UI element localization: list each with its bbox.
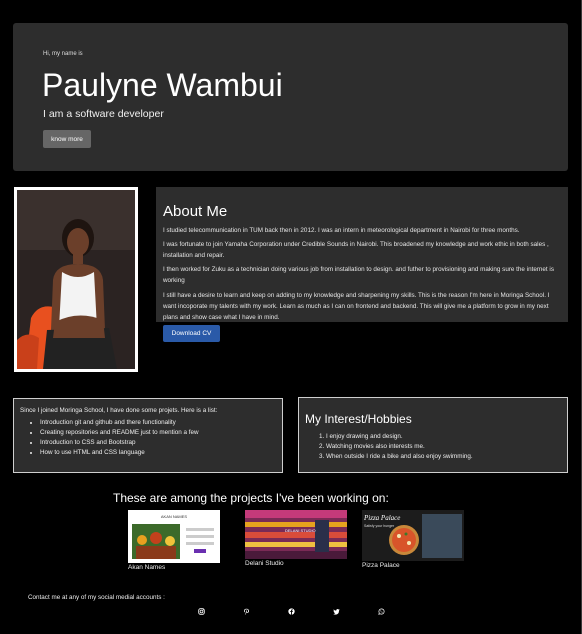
project-delani-studio[interactable]: DELANI STUDIO Delani Studio bbox=[245, 510, 347, 567]
pinterest-icon[interactable] bbox=[241, 606, 251, 616]
about-title: About Me bbox=[163, 203, 228, 220]
project-thumbnail[interactable]: AKAN NAMES bbox=[128, 510, 220, 563]
interests-title: My Interest/Hobbies bbox=[305, 412, 412, 426]
interests-box: My Interest/Hobbies I enjoy drawing and … bbox=[298, 397, 568, 473]
hero-role: I am a software developer bbox=[43, 108, 164, 120]
hero-name: Paulyne Wambui bbox=[42, 67, 283, 103]
project-akan-names[interactable]: AKAN NAMES Akan Names bbox=[128, 510, 220, 571]
about-paragraph: I still have a desire to learn and keep … bbox=[163, 292, 550, 321]
twitter-icon[interactable] bbox=[331, 606, 341, 616]
project-caption[interactable]: Akan Names bbox=[128, 564, 220, 571]
thumbnail-subtitle: Satisfy your hunger bbox=[364, 524, 395, 528]
about-paragraph: I was fortunate to join Yamaha Corporati… bbox=[163, 241, 549, 259]
list-item: Creating repositories and README just to… bbox=[40, 428, 199, 438]
moringa-projects-box: Since I joined Moringa School, I have do… bbox=[13, 398, 283, 473]
thumbnail-title: DELANI STUDIO bbox=[285, 528, 316, 533]
thumbnail-title: AKAN NAMES bbox=[161, 514, 188, 519]
greeting-text: Hi, my name is bbox=[43, 51, 83, 57]
list-item: When outside I ride a bike and also enjo… bbox=[326, 452, 473, 462]
download-cv-button[interactable]: Download CV bbox=[163, 325, 220, 342]
interests-list: I enjoy drawing and design. Watching mov… bbox=[305, 432, 473, 462]
project-thumbnail[interactable]: Pizza Palace Satisfy your hunger bbox=[362, 510, 464, 561]
know-more-button[interactable]: know more bbox=[43, 130, 91, 148]
project-thumbnail[interactable]: DELANI STUDIO bbox=[245, 510, 347, 559]
about-paragraph: I then worked for Zuku as a technician d… bbox=[163, 266, 554, 284]
hero-section: Hi, my name is Paulyne Wambui I am a sof… bbox=[13, 23, 568, 171]
about-paragraph: I studied telecommunication in TUM back … bbox=[163, 227, 520, 234]
list-item: Introduction git and github and there fu… bbox=[40, 418, 199, 428]
list-item: Watching movies also interests me. bbox=[326, 442, 473, 452]
list-item: Introduction to CSS and Bootstrap bbox=[40, 438, 199, 448]
project-pizza-palace[interactable]: Pizza Palace Satisfy your hunger Pizza P… bbox=[362, 510, 464, 569]
whatsapp-icon[interactable] bbox=[376, 606, 386, 616]
list-item: How to use HTML and CSS language bbox=[40, 448, 199, 458]
project-caption[interactable]: Delani Studio bbox=[245, 560, 347, 567]
project-caption[interactable]: Pizza Palace bbox=[362, 562, 464, 569]
moringa-intro: Since I joined Moringa School, I have do… bbox=[20, 407, 218, 414]
contact-text: Contact me at any of my social medial ac… bbox=[28, 594, 165, 601]
instagram-icon[interactable] bbox=[196, 606, 206, 616]
profile-photo bbox=[14, 187, 138, 372]
facebook-icon[interactable] bbox=[286, 606, 296, 616]
thumbnail-title: Pizza Palace bbox=[363, 514, 400, 522]
moringa-list: Introduction git and github and there fu… bbox=[20, 418, 199, 458]
about-section: About Me I studied telecommunication in … bbox=[156, 187, 568, 342]
list-item: I enjoy drawing and design. bbox=[326, 432, 473, 442]
projects-title: These are among the projects I've been w… bbox=[113, 491, 389, 505]
